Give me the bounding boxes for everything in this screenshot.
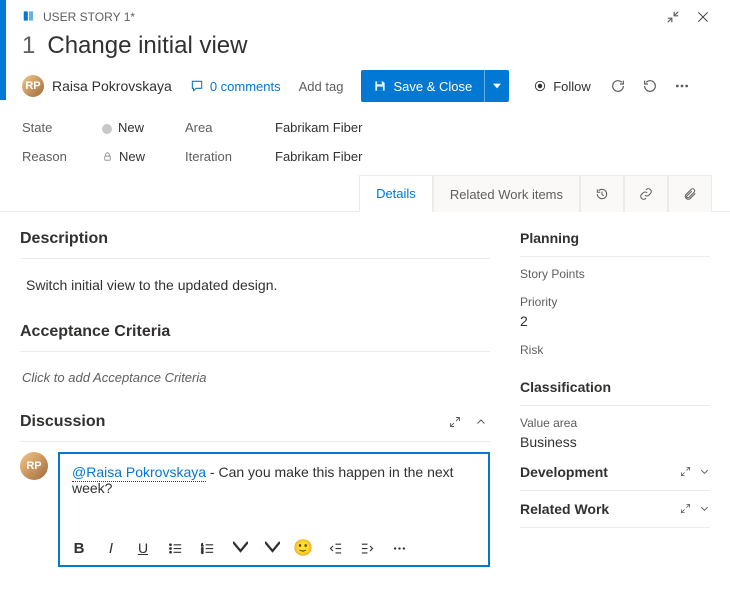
rte-italic-button[interactable]: I [102, 539, 120, 557]
iteration-label: Iteration [185, 149, 245, 164]
reason-label: Reason [22, 149, 72, 164]
tab-details[interactable]: Details [359, 175, 433, 212]
iteration-field[interactable]: Fabrikam Fiber [275, 149, 362, 164]
follow-button[interactable]: Follow [533, 79, 591, 94]
planning-heading: Planning [520, 230, 710, 246]
chevron-up-icon[interactable] [472, 413, 490, 431]
expand-icon[interactable] [680, 464, 691, 480]
state-label: State [22, 120, 72, 135]
related-work-heading: Related Work [520, 501, 609, 517]
work-item-type-label: USER STORY 1* [43, 10, 135, 24]
rte-highlight-button[interactable] [230, 539, 248, 557]
follow-label: Follow [553, 79, 591, 94]
rte-more-button[interactable] [390, 539, 408, 557]
rte-text-color-button[interactable] [262, 539, 280, 557]
acceptance-criteria-input[interactable]: Click to add Acceptance Criteria [22, 370, 490, 385]
svg-text:3: 3 [201, 550, 203, 554]
rte-numbered-list-button[interactable]: 123 [198, 539, 216, 557]
development-heading: Development [520, 464, 608, 480]
rte-bold-button[interactable]: B [70, 539, 88, 557]
priority-field[interactable]: 2 [520, 313, 710, 329]
user-story-type-icon [22, 9, 36, 26]
add-tag-button[interactable]: Add tag [299, 79, 344, 94]
tab-links[interactable] [624, 175, 668, 212]
tab-attachments[interactable] [668, 175, 712, 212]
save-dropdown-caret[interactable] [484, 70, 509, 102]
close-button[interactable] [694, 8, 712, 26]
rte-indent-button[interactable] [358, 539, 376, 557]
save-and-close-button[interactable]: Save & Close [361, 70, 509, 102]
description-heading: Description [20, 230, 490, 248]
discussion-comment-input[interactable]: @Raisa Pokrovskaya - Can you make this h… [58, 452, 490, 567]
expand-icon[interactable] [680, 501, 691, 517]
description-text[interactable]: Switch initial view to the updated desig… [26, 277, 490, 293]
value-area-label: Value area [520, 416, 710, 430]
state-dot-icon [102, 124, 112, 134]
discussion-heading: Discussion [20, 413, 105, 431]
tab-related[interactable]: Related Work items [433, 175, 580, 212]
undo-icon[interactable] [641, 77, 659, 95]
priority-label: Priority [520, 295, 710, 309]
assignee-picker[interactable]: RP Raisa Pokrovskaya [22, 75, 172, 97]
rte-underline-button[interactable]: U [134, 539, 152, 557]
classification-heading: Classification [520, 379, 710, 395]
avatar: RP [22, 75, 44, 97]
collapse-in-icon[interactable] [664, 8, 682, 26]
work-item-id: 1 [22, 32, 35, 60]
area-field[interactable]: Fabrikam Fiber [275, 120, 362, 135]
tab-history[interactable] [580, 175, 624, 212]
rte-emoji-button[interactable]: 🙂 [294, 539, 312, 557]
more-actions-icon[interactable] [673, 77, 691, 95]
lock-icon [102, 150, 113, 165]
reason-field[interactable]: New [102, 149, 145, 165]
work-item-title[interactable]: Change initial view [47, 32, 247, 60]
current-user-avatar: RP [20, 452, 48, 480]
comments-link[interactable]: 0 comments [190, 79, 281, 94]
value-area-field[interactable]: Business [520, 434, 710, 450]
story-points-label: Story Points [520, 267, 710, 281]
acceptance-criteria-heading: Acceptance Criteria [20, 323, 490, 341]
comments-count: 0 comments [210, 79, 281, 94]
rte-outdent-button[interactable] [326, 539, 344, 557]
chevron-down-icon[interactable] [699, 501, 710, 517]
area-label: Area [185, 120, 245, 135]
state-field[interactable]: New [102, 120, 145, 135]
chevron-down-icon[interactable] [699, 464, 710, 480]
rte-bullet-list-button[interactable] [166, 539, 184, 557]
save-button-label: Save & Close [393, 79, 472, 94]
risk-label: Risk [520, 343, 710, 357]
assignee-name: Raisa Pokrovskaya [52, 78, 172, 94]
refresh-icon[interactable] [609, 77, 627, 95]
expand-icon[interactable] [446, 413, 464, 431]
